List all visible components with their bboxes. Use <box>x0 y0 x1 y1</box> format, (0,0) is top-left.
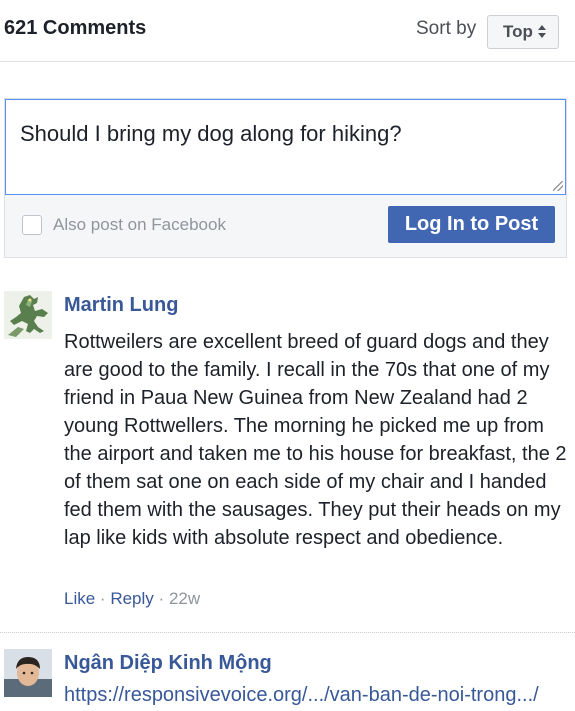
resize-grip-icon[interactable] <box>553 181 563 191</box>
post-on-facebook-label[interactable]: Also post on Facebook <box>53 215 226 235</box>
comment-age[interactable]: 22w <box>169 589 200 608</box>
dragon-avatar[interactable] <box>4 291 52 339</box>
comment-body: Rottweilers are excellent breed of guard… <box>64 331 567 549</box>
comment-item: Ngân Diệp Kinh Mộng https://responsivevo… <box>0 648 575 711</box>
log-in-to-post-button[interactable]: Log In to Post <box>388 206 555 243</box>
action-separator: · <box>99 589 106 608</box>
action-separator: · <box>158 589 165 608</box>
comment-link[interactable]: https://responsivevoice.org/.../van-ban-… <box>64 684 539 707</box>
sort-value: Top <box>503 22 533 41</box>
sort-dropdown[interactable]: Top <box>487 15 559 49</box>
post-on-facebook-checkbox[interactable] <box>22 215 42 235</box>
comment-count: 621 Comments <box>4 17 147 39</box>
comment-composer: Should I bring my dog along for hiking? … <box>4 98 567 258</box>
comments-header: 621 Comments Sort by Top <box>0 0 575 62</box>
sort-by-label: Sort by <box>416 18 477 39</box>
comment-actions: Like · Reply · 22w <box>64 589 200 609</box>
comment-author[interactable]: Ngân Diệp Kinh Mộng <box>64 652 272 675</box>
comment-input[interactable]: Should I bring my dog along for hiking? <box>5 99 566 195</box>
sort-arrows-icon <box>538 24 546 40</box>
like-link[interactable]: Like <box>64 589 95 608</box>
comment-item: Martin Lung Rottweilers are excellent br… <box>0 290 575 633</box>
reply-link[interactable]: Reply <box>110 589 153 608</box>
person-avatar[interactable] <box>4 649 52 697</box>
comment-author[interactable]: Martin Lung <box>64 294 178 317</box>
